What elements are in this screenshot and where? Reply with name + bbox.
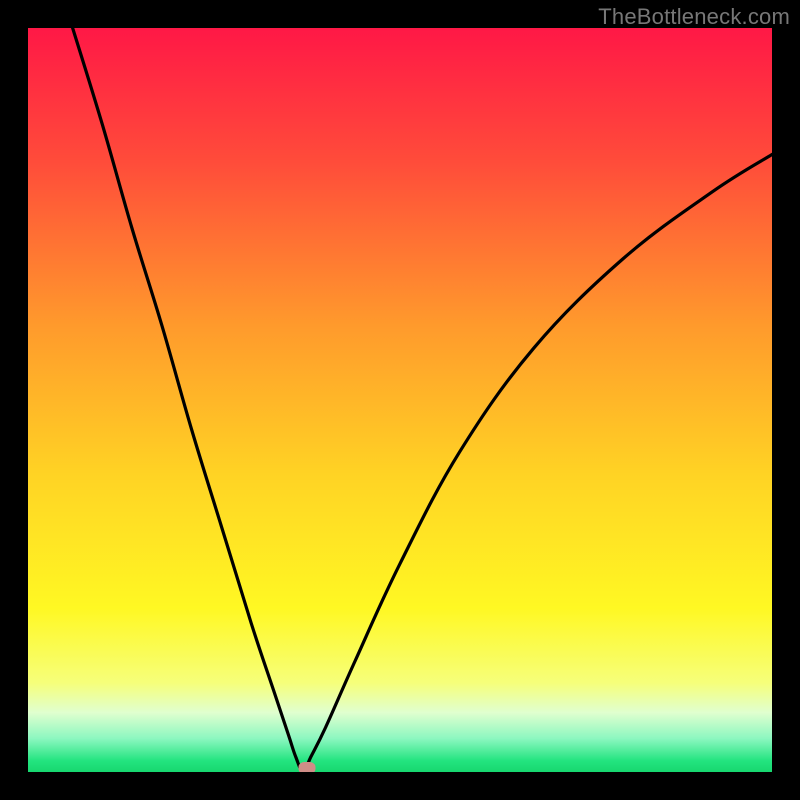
optimum-marker xyxy=(299,762,316,772)
plot-area xyxy=(28,28,772,772)
chart-frame: TheBottleneck.com xyxy=(0,0,800,800)
bottleneck-curve xyxy=(28,28,772,772)
watermark-text: TheBottleneck.com xyxy=(598,4,790,30)
